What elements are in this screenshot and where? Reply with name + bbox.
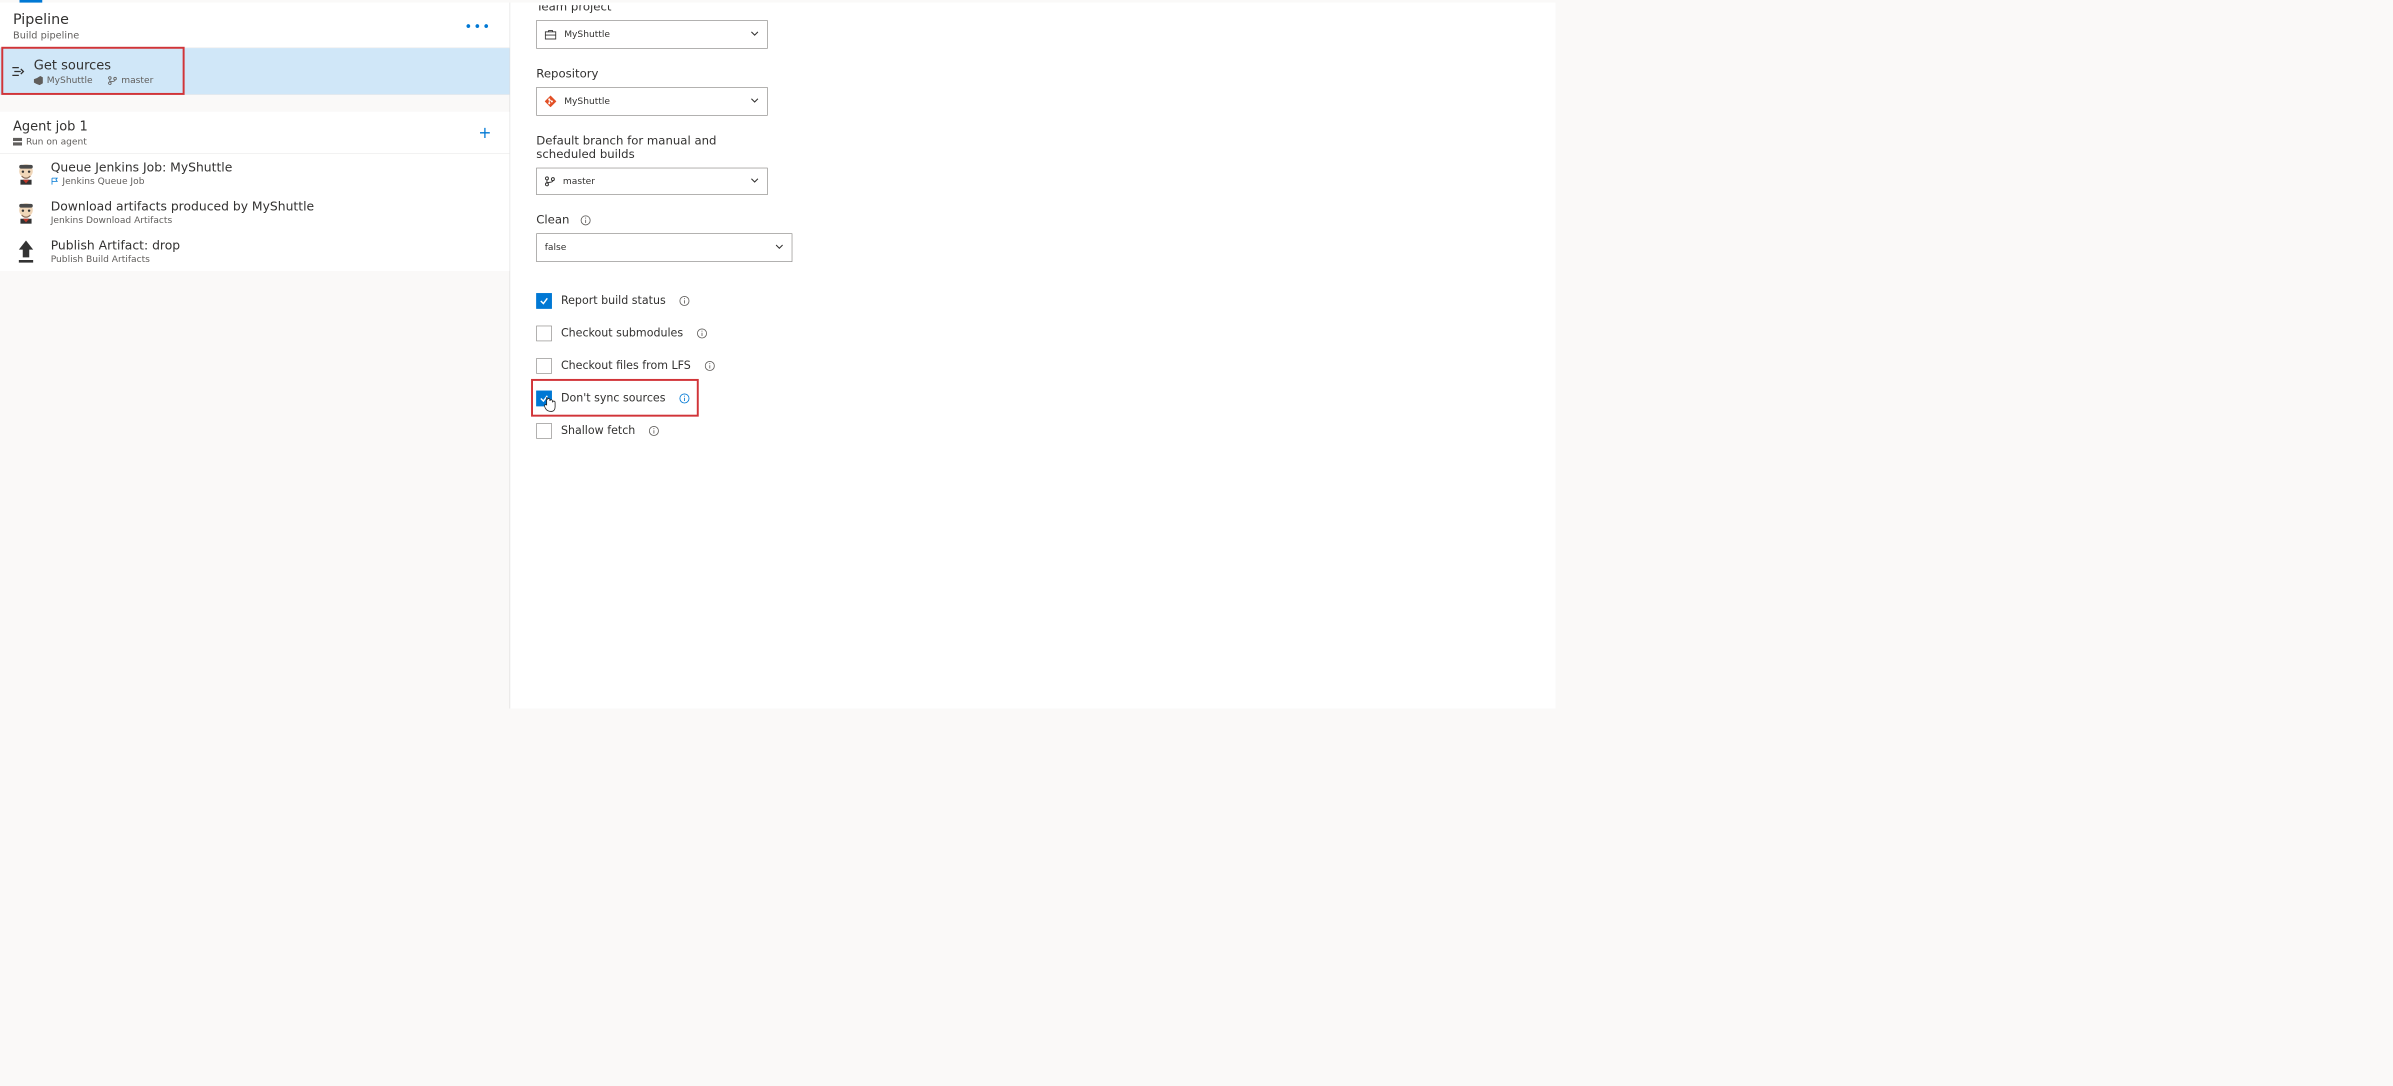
task-download-artifacts[interactable]: Download artifacts produced by MyShuttle…: [0, 193, 510, 232]
chevron-down-icon: [750, 29, 759, 39]
shallow-fetch-checkbox[interactable]: [536, 423, 552, 439]
default-branch-select[interactable]: master: [536, 168, 767, 195]
git-icon: [545, 96, 557, 108]
briefcase-icon: [545, 29, 557, 39]
info-icon[interactable]: [704, 360, 716, 372]
task-title: Publish Artifact: drop: [51, 239, 180, 253]
upload-icon: [13, 239, 39, 265]
properties-panel: Team project MyShuttle Repository MyShut…: [510, 3, 1555, 709]
chevron-down-icon: [750, 96, 759, 106]
default-branch-label: Default branch for manual and scheduled …: [536, 134, 767, 161]
pipeline-header: Pipeline Build pipeline •••: [0, 3, 510, 49]
checkout-lfs-row: Checkout files from LFS: [536, 358, 799, 374]
branch-icon: [545, 176, 555, 186]
repository-label: Repository: [536, 67, 799, 81]
info-icon[interactable]: [696, 328, 708, 340]
team-project-select[interactable]: MyShuttle: [536, 20, 767, 49]
default-branch-value: master: [563, 176, 595, 186]
chevron-down-icon: [775, 242, 784, 252]
checkout-lfs-checkbox[interactable]: [536, 358, 552, 374]
chevron-down-icon: [750, 176, 759, 186]
flag-icon: [51, 177, 59, 185]
info-icon[interactable]: [679, 295, 691, 307]
task-subtype: Jenkins Download Artifacts: [51, 215, 314, 225]
checkout-lfs-label: Checkout files from LFS: [561, 359, 691, 372]
azure-devops-icon: [34, 76, 43, 85]
clean-value: false: [545, 242, 567, 252]
pipeline-title: Pipeline: [13, 12, 79, 28]
task-subtype: Jenkins Queue Job: [51, 176, 233, 186]
team-project-value: MyShuttle: [564, 29, 610, 39]
get-sources-project: MyShuttle: [34, 75, 93, 85]
info-icon[interactable]: [648, 425, 660, 437]
dont-sync-label: Don't sync sources: [561, 392, 665, 405]
task-publish-artifact[interactable]: Publish Artifact: drop Publish Build Art…: [0, 232, 510, 271]
pipeline-more-menu[interactable]: •••: [459, 16, 496, 37]
get-sources-title: Get sources: [34, 57, 154, 73]
agent-job-subtitle: Run on agent: [13, 137, 88, 147]
task-queue-jenkins[interactable]: Queue Jenkins Job: MyShuttle Jenkins Que…: [0, 154, 510, 193]
pipeline-panel: Pipeline Build pipeline ••• Get sources: [0, 3, 510, 709]
pipeline-subtitle: Build pipeline: [13, 29, 79, 41]
branch-icon: [108, 76, 117, 85]
cursor-pointer-icon: [543, 396, 557, 416]
add-task-button[interactable]: +: [473, 123, 496, 141]
info-icon[interactable]: [580, 214, 592, 226]
info-icon[interactable]: [678, 393, 690, 405]
clean-label: Clean: [536, 213, 799, 227]
agent-job-title: Agent job 1: [13, 118, 88, 134]
report-build-status-label: Report build status: [561, 294, 666, 307]
checkout-submodules-row: Checkout submodules: [536, 326, 799, 342]
report-build-status-row: Report build status: [536, 293, 799, 309]
shallow-fetch-label: Shallow fetch: [561, 424, 635, 437]
shallow-fetch-row: Shallow fetch: [536, 423, 799, 439]
jenkins-icon: [13, 200, 39, 226]
server-icon: [13, 138, 22, 146]
dont-sync-row: Don't sync sources: [536, 391, 799, 407]
repository-select[interactable]: MyShuttle: [536, 87, 767, 116]
pipeline-agent-job[interactable]: Agent job 1 Run on agent +: [0, 112, 510, 154]
task-title: Download artifacts produced by MyShuttle: [51, 200, 314, 214]
clean-select[interactable]: false: [536, 233, 792, 262]
get-sources-branch: master: [108, 75, 153, 85]
checkout-submodules-label: Checkout submodules: [561, 327, 683, 340]
team-project-label: Team project: [536, 3, 799, 14]
checkout-submodules-checkbox[interactable]: [536, 326, 552, 342]
report-build-status-checkbox[interactable]: [536, 293, 552, 309]
get-sources-icon: [10, 65, 27, 77]
task-title: Queue Jenkins Job: MyShuttle: [51, 161, 233, 175]
pipeline-step-get-sources[interactable]: Get sources MyShuttle master: [0, 48, 510, 95]
repository-value: MyShuttle: [564, 96, 610, 106]
jenkins-icon: [13, 161, 39, 187]
task-subtype: Publish Build Artifacts: [51, 254, 180, 264]
